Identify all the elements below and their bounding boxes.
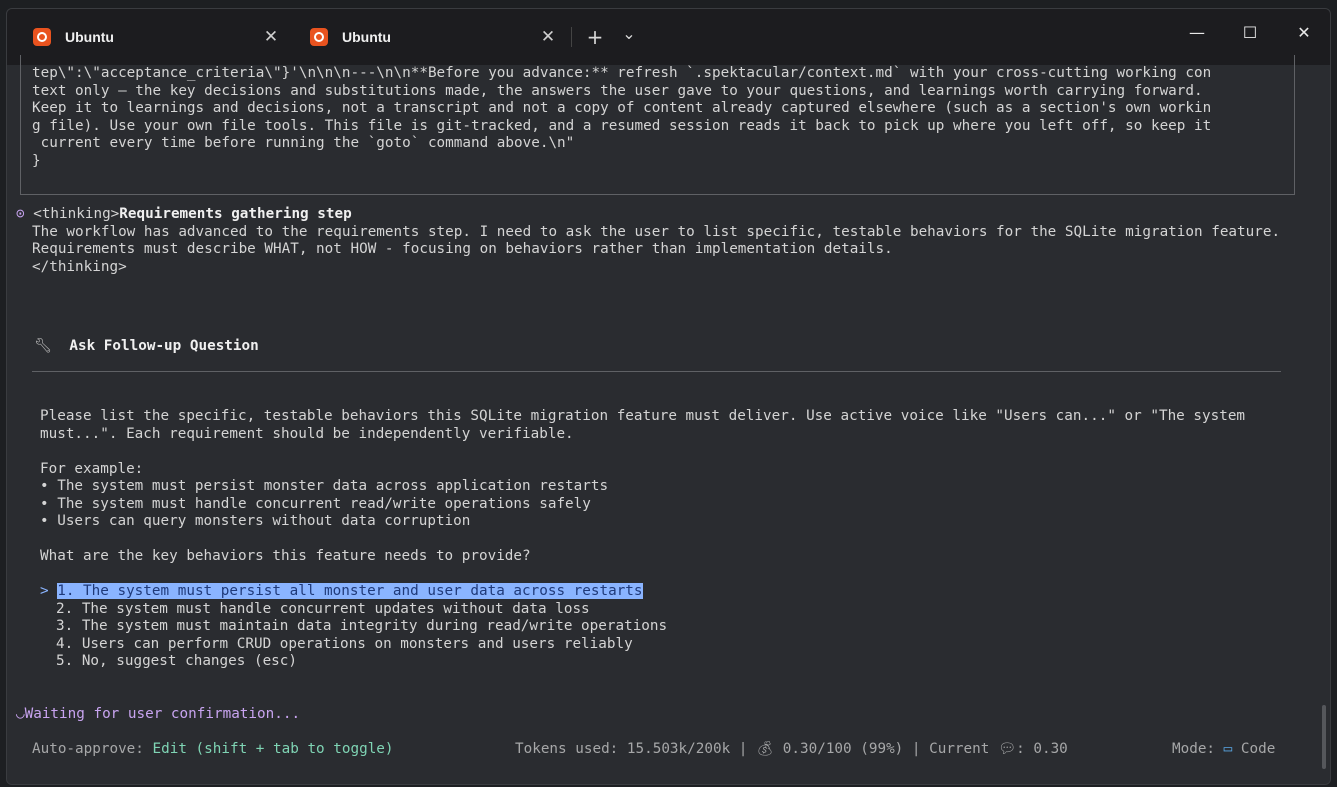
option-2[interactable]: 2. The system must handle concurrent upd… [56,601,590,619]
tool-output-line: } [32,152,41,169]
thinking-icon: ⊙ [16,206,25,222]
close-tab-icon[interactable]: ✕ [538,27,558,47]
money-bag-icon: 💰︎ [756,741,775,757]
divider [32,371,1281,372]
tool-output-line: text only — the key decisions and substi… [32,82,1203,99]
thinking-line: The workflow has advanced to the require… [32,223,1281,240]
question-prompt: What are the key behaviors this feature … [40,548,531,564]
terminal-content[interactable]: tep\":\"acceptance_criteria\"}'\n\n\n---… [7,55,1330,784]
question-line: must...". Each requirement should be ind… [40,425,574,442]
example-label: For example: [40,460,144,477]
current-value: 0.30 [1033,741,1068,757]
option-label-selected: 1. The system must persist all monster a… [57,583,643,599]
maximize-button[interactable]: ☐ [1230,21,1270,45]
example-item: • The system must persist monster data a… [40,478,609,494]
wrench-icon: 🔧︎ [34,338,53,354]
followup-heading-row: 🔧︎ Ask Follow-up Question [34,338,259,356]
thinking-close-tag: </thinking> [32,258,127,275]
tab-ubuntu-1[interactable]: Ubuntu ✕ [19,19,291,55]
scrollbar[interactable] [1322,705,1326,769]
mode-label: Mode: [1172,741,1216,757]
thinking-title: Requirements gathering step [119,206,352,222]
status-bar: Auto-approve: Edit (shift + tab to toggl… [32,741,394,759]
close-window-button[interactable]: ✕ [1284,21,1324,45]
option-3[interactable]: 3. The system must maintain data integri… [56,618,667,636]
followup-heading: Ask Follow-up Question [69,338,259,354]
auto-approve-toggle[interactable]: Edit (shift + tab to toggle) [153,741,394,757]
tool-output-line: Keep it to learnings and decisions, not … [32,100,1212,116]
tab-ubuntu-2[interactable]: Ubuntu ✕ [296,19,568,55]
option-5[interactable]: 5. No, suggest changes (esc) [56,653,297,671]
selection-marker: > [40,583,49,599]
mode-indicator[interactable]: Mode: ▭ Code [1172,741,1275,759]
example-item: • The system must handle concurrent read… [40,495,591,512]
option-1[interactable]: > 1. The system must persist all monster… [40,583,643,601]
minimize-button[interactable]: — [1177,21,1217,45]
tool-output-line: current every time before running the `g… [32,135,575,151]
tab-dropdown-icon[interactable]: ⌄ [617,25,641,49]
tool-output-line: g file). Use your own file tools. This f… [32,117,1212,134]
spinner-icon: ◡ [16,706,25,722]
cost-usage: 0.30/100 (99%) | Current [782,741,990,757]
tool-output-line: tep\":\"acceptance_criteria\"}'\n\n\n---… [32,65,1212,81]
example-item: • Users can query monsters without data … [40,513,471,529]
tab-title: Ubuntu [65,29,114,45]
tab-title: Ubuntu [342,29,391,45]
new-tab-button[interactable]: + [583,25,607,49]
waiting-status: ◡Waiting for user confirmation... [16,706,300,724]
waiting-text: Waiting for user confirmation... [24,706,301,722]
tab-separator [571,27,572,47]
question-line: Please list the specific, testable behav… [40,408,1246,424]
mode-value: Code [1240,741,1276,757]
option-4[interactable]: 4. Users can perform CRUD operations on … [56,636,633,654]
speech-bubble-icon: 💬︎ [997,741,1017,757]
token-usage: Tokens used: 15.503k/200k | 💰︎ 0.30/100 … [515,741,1068,757]
auto-approve-label: Auto-approve: [32,741,144,757]
ubuntu-icon [33,28,51,46]
terminal-window: Ubuntu ✕ Ubuntu ✕ + ⌄ — ☐ ✕ tep\":\"acce… [6,8,1331,785]
tokens-used: Tokens used: 15.503k/200k | [515,741,748,757]
thinking-header: ⊙ <thinking>Requirements gathering step [16,206,352,224]
close-tab-icon[interactable]: ✕ [261,27,281,47]
laptop-icon: ▭ [1223,741,1233,757]
ubuntu-icon [310,28,328,46]
thinking-open-tag: <thinking> [33,206,120,222]
thinking-line: Requirements must describe WHAT, not HOW… [32,241,893,257]
